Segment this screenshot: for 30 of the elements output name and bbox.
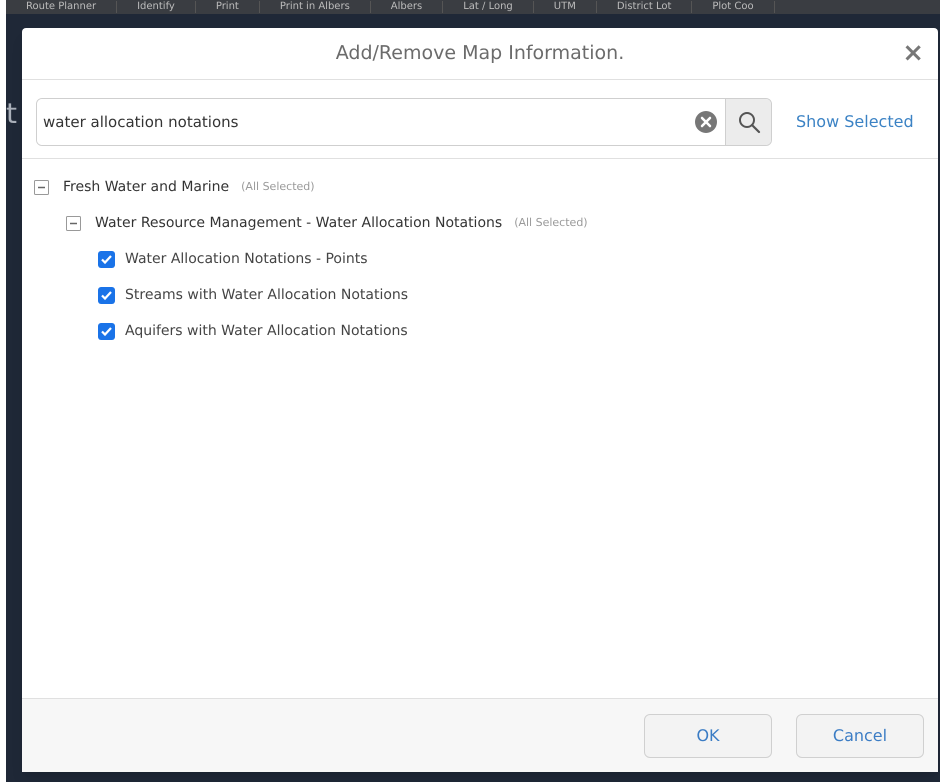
search-button[interactable] bbox=[725, 99, 771, 145]
toolbar-tab[interactable]: District Lot bbox=[596, 1, 692, 13]
close-button[interactable]: × bbox=[902, 40, 924, 66]
search-icon bbox=[736, 110, 760, 134]
toolbar-tab[interactable]: Albers bbox=[370, 1, 444, 13]
layer-label[interactable]: Aquifers with Water Allocation Notations bbox=[125, 320, 408, 342]
tree-group-label[interactable]: Fresh Water and Marine bbox=[63, 176, 230, 198]
selection-note: (All Selected) bbox=[514, 214, 588, 231]
background-text: t bbox=[6, 100, 17, 128]
layer-label[interactable]: Water Allocation Notations - Points bbox=[125, 248, 368, 270]
collapse-icon[interactable] bbox=[34, 180, 49, 194]
toolbar-tab[interactable]: UTM bbox=[534, 1, 597, 13]
ok-button[interactable]: OK bbox=[644, 714, 772, 758]
dialog-title: Add/Remove Map Information. bbox=[336, 41, 624, 66]
checkbox[interactable] bbox=[98, 322, 115, 340]
checkbox[interactable] bbox=[98, 250, 115, 268]
tree-group-label[interactable]: Water Resource Management - Water Allocation Notations bbox=[95, 212, 502, 234]
clear-icon[interactable] bbox=[695, 111, 717, 133]
toolbar-tab[interactable]: Print bbox=[196, 1, 260, 13]
show-selected-link[interactable]: Show Selected bbox=[796, 110, 914, 134]
layer-label[interactable]: Streams with Water Allocation Notations bbox=[125, 284, 408, 306]
toolbar-tab[interactable]: Identify bbox=[117, 1, 196, 13]
toolbar-tab[interactable]: Print in Albers bbox=[260, 1, 371, 13]
collapse-icon[interactable] bbox=[66, 216, 81, 230]
toolbar-tab[interactable]: Lat / Long bbox=[443, 1, 534, 13]
toolbar-tab[interactable]: Plot Coo bbox=[692, 1, 775, 13]
toolbar-tab[interactable]: Route Planner bbox=[6, 1, 118, 13]
checkbox[interactable] bbox=[98, 286, 115, 304]
cancel-button[interactable]: Cancel bbox=[796, 714, 924, 758]
selection-note: (All Selected) bbox=[241, 178, 315, 195]
